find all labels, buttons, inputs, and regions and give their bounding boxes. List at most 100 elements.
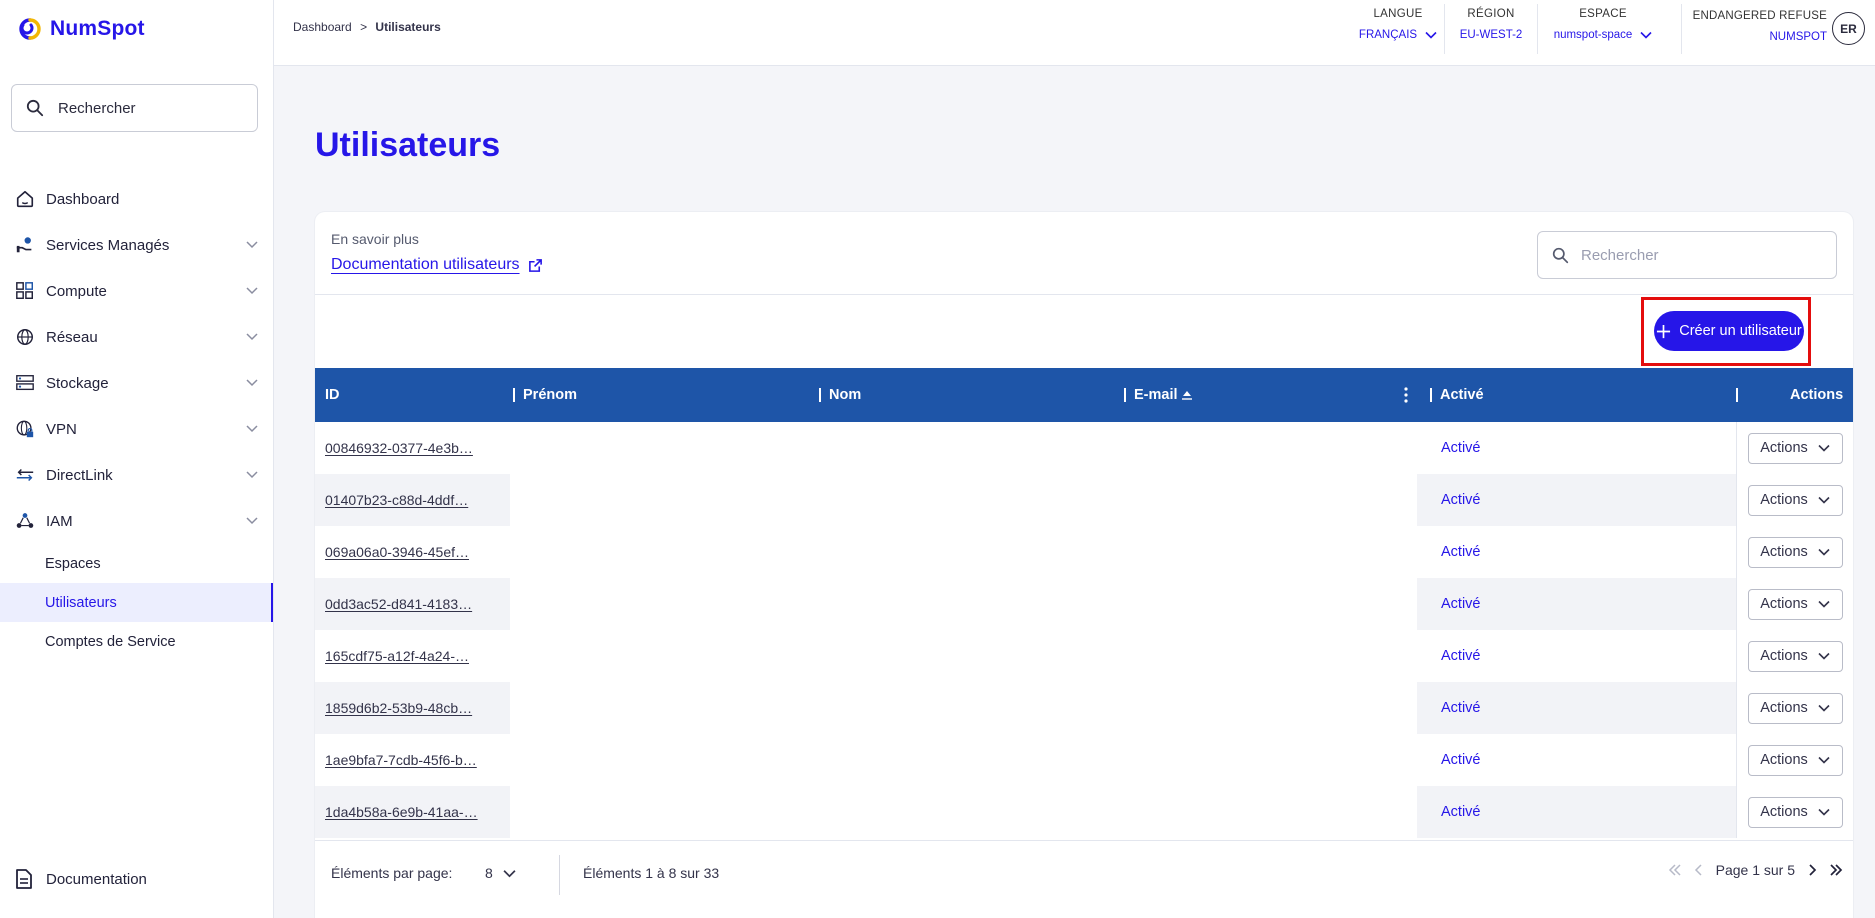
row-actions-button[interactable]: Actions [1747, 536, 1843, 568]
table-row: 069a06a0-3946-45ef… Activé Actions [315, 526, 1853, 578]
first-page-icon[interactable] [1668, 863, 1682, 877]
sidebar-nav: Dashboard Services Managés Compute Résea… [0, 176, 273, 661]
numspot-logo[interactable]: NumSpot [10, 14, 145, 44]
active-status: Activé [1417, 578, 1736, 630]
sidebar-item-dashboard[interactable]: Dashboard [0, 176, 273, 222]
row-actions-label: Actions [1760, 648, 1808, 664]
per-page-label: Éléments par page: [331, 865, 453, 881]
table-row: 01407b23-c88d-4ddf… Activé Actions [315, 474, 1853, 526]
user-id-link[interactable]: 0dd3ac52-d841-4183… [315, 578, 510, 630]
column-header-id[interactable]: ID [325, 368, 340, 422]
sidebar-search-input[interactable]: Rechercher [11, 84, 258, 132]
sidebar: NumSpot Rechercher Dashboard Services Ma… [0, 0, 274, 918]
sidebar-search-placeholder: Rechercher [58, 99, 136, 117]
users-search-placeholder: Rechercher [1581, 246, 1659, 264]
user-info[interactable]: ENDANGERED REFUSE NUMSPOT [1693, 10, 1827, 43]
last-page-icon[interactable] [1829, 863, 1843, 877]
storage-icon [16, 375, 34, 391]
row-actions-label: Actions [1760, 596, 1808, 612]
chevron-down-icon [1818, 496, 1830, 504]
users-search-input[interactable]: Rechercher [1537, 231, 1837, 279]
previous-page-icon[interactable] [1692, 863, 1706, 877]
chevron-down-icon [1818, 756, 1830, 764]
user-id-link[interactable]: 069a06a0-3946-45ef… [315, 526, 510, 578]
documentation-utilisateurs-link[interactable]: Documentation utilisateurs [331, 256, 543, 274]
sidebar-subitem-comptes-de-service[interactable]: Comptes de Service [0, 622, 273, 661]
next-page-icon[interactable] [1805, 863, 1819, 877]
per-page-select[interactable]: 8 [485, 865, 516, 881]
column-header-actions: Actions [1736, 368, 1843, 422]
sidebar-item-stockage[interactable]: Stockage [0, 360, 273, 406]
row-actions-button[interactable]: Actions [1747, 692, 1843, 724]
sidebar-item-label: Compute [46, 282, 107, 300]
table-pagination: Éléments par page: 8 Éléments 1 à 8 sur … [315, 840, 1853, 918]
column-header-prenom[interactable]: Prénom [513, 368, 577, 422]
sort-ascending-icon[interactable] [1181, 389, 1193, 401]
avatar[interactable]: ER [1832, 12, 1865, 45]
sidebar-item-label: DirectLink [46, 466, 113, 484]
sidebar-item-services-manages[interactable]: Services Managés [0, 222, 273, 268]
sidebar-documentation-link[interactable]: Documentation [14, 868, 147, 890]
table-row: 00846932-0377-4e3b… Activé Actions [315, 422, 1853, 474]
chevron-down-icon [1818, 444, 1830, 452]
column-header-email[interactable]: E-mail [1124, 368, 1193, 422]
user-id-link[interactable]: 1da4b58a-6e9b-41aa-… [315, 786, 510, 838]
sidebar-subitem-utilisateurs[interactable]: Utilisateurs [0, 583, 273, 622]
create-user-button[interactable]: Créer un utilisateur [1654, 311, 1804, 351]
chevron-down-icon [246, 517, 258, 525]
column-nom-label: Nom [829, 387, 862, 403]
user-id-link[interactable]: 165cdf75-a12f-4a24-… [315, 630, 510, 682]
row-actions-button[interactable]: Actions [1747, 484, 1843, 516]
chevron-down-icon [246, 241, 258, 249]
column-menu-kebab-icon[interactable] [1404, 387, 1408, 403]
chevron-down-icon [246, 333, 258, 341]
main-content: Utilisateurs En savoir plus Documentatio… [274, 66, 1875, 918]
column-header-nom[interactable]: Nom [819, 368, 861, 422]
chevron-down-icon [1818, 808, 1830, 816]
chevron-down-icon [246, 287, 258, 295]
active-status: Activé [1441, 648, 1481, 664]
user-id-link[interactable]: 1859d6b2-53b9-48cb… [315, 682, 510, 734]
document-icon [16, 869, 32, 889]
user-organization: NUMSPOT [1769, 31, 1828, 43]
create-user-label: Créer un utilisateur [1679, 323, 1802, 339]
space-value: numspot-space [1553, 29, 1633, 41]
breadcrumb-current: Utilisateurs [375, 20, 441, 34]
language-selector[interactable]: LANGUE FRANÇAIS [1343, 0, 1453, 56]
sidebar-item-compute[interactable]: Compute [0, 268, 273, 314]
row-actions-button[interactable]: Actions [1747, 744, 1843, 776]
table-row: 1859d6b2-53b9-48cb… Activé Actions [315, 682, 1853, 734]
sidebar-subitem-espaces[interactable]: Espaces [0, 544, 273, 583]
user-id-link[interactable]: 00846932-0377-4e3b… [315, 422, 510, 474]
breadcrumb: Dashboard > Utilisateurs [293, 20, 441, 34]
row-actions-button[interactable]: Actions [1747, 432, 1843, 464]
row-actions-button[interactable]: Actions [1747, 640, 1843, 672]
sidebar-item-iam[interactable]: IAM [0, 498, 273, 544]
region-value: EU-WEST-2 [1459, 29, 1523, 41]
sidebar-item-directlink[interactable]: DirectLink [0, 452, 273, 498]
per-page-value: 8 [485, 865, 493, 881]
sidebar-item-reseau[interactable]: Réseau [0, 314, 273, 360]
row-actions-button[interactable]: Actions [1747, 588, 1843, 620]
chevron-down-icon [1818, 652, 1830, 660]
top-header: Dashboard > Utilisateurs LANGUE FRANÇAIS… [274, 0, 1875, 66]
page-indicator: Page 1 sur 5 [1715, 862, 1795, 878]
active-status: Activé [1417, 474, 1736, 526]
directlink-arrows-icon [16, 469, 34, 481]
vpn-globe-lock-icon [16, 420, 34, 438]
column-header-active[interactable]: Activé [1430, 368, 1484, 422]
language-value: FRANÇAIS [1358, 29, 1418, 41]
managed-services-icon [16, 237, 32, 253]
users-card: En savoir plus Documentation utilisateur… [315, 212, 1853, 918]
plus-icon [1657, 324, 1671, 338]
space-selector[interactable]: ESPACE numspot-space [1538, 0, 1668, 56]
sidebar-item-vpn[interactable]: VPN [0, 406, 273, 452]
row-actions-label: Actions [1760, 544, 1808, 560]
user-id-link[interactable]: 01407b23-c88d-4ddf… [315, 474, 510, 526]
network-globe-icon [17, 329, 33, 345]
row-actions-button[interactable]: Actions [1747, 796, 1843, 828]
home-icon [16, 190, 34, 208]
sidebar-item-label: VPN [46, 420, 77, 438]
breadcrumb-parent-link[interactable]: Dashboard [293, 20, 352, 34]
user-id-link[interactable]: 1ae9bfa7-7cdb-45f6-b… [315, 734, 510, 786]
